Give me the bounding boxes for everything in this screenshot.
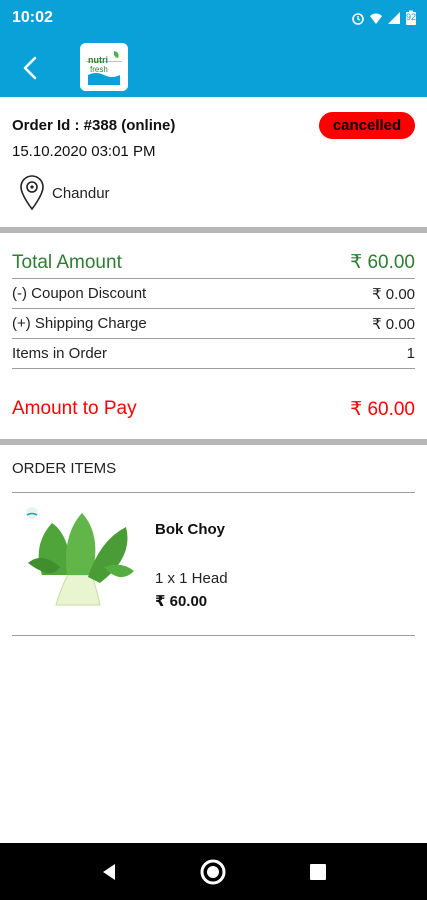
items-count-label: Items in Order — [12, 345, 108, 362]
order-id: Order Id : #388 (online) — [12, 117, 176, 134]
section-divider — [0, 227, 427, 233]
order-items-title: ORDER ITEMS — [12, 460, 117, 477]
order-header: Order Id : #388 (online) 15.10.2020 03:0… — [0, 97, 427, 227]
back-button[interactable] — [10, 48, 50, 88]
order-totals: Total Amount ₹ 60.00 (-) Coupon Discount… — [12, 247, 415, 427]
item-price: ₹ 60.00 — [155, 593, 208, 610]
nav-back-button[interactable] — [94, 857, 124, 887]
shipping-value: ₹ 0.00 — [372, 315, 415, 333]
nav-home-icon — [200, 859, 226, 885]
shipping-row: (+) Shipping Charge ₹ 0.00 — [12, 309, 415, 339]
section-divider — [0, 439, 427, 445]
nav-recents-button[interactable] — [303, 857, 333, 887]
status-time: 10:02 — [12, 9, 53, 26]
order-location: Chandur — [20, 175, 110, 211]
wifi-icon — [370, 13, 382, 24]
back-arrow-icon — [23, 56, 37, 80]
total-amount-value: ₹ 60.00 — [350, 252, 415, 273]
order-datetime: 15.10.2020 03:01 PM — [12, 143, 156, 160]
total-amount-label: Total Amount — [12, 251, 122, 273]
items-divider — [12, 635, 415, 636]
app-bar: nutri fresh — [0, 40, 427, 97]
logo-text-line2: fresh — [90, 65, 108, 74]
nav-back-icon — [103, 864, 115, 880]
logo-text-line1: nutri — [88, 55, 108, 65]
bok-choy-image — [22, 505, 140, 613]
thumb-logo — [26, 507, 38, 519]
location-text: Chandur — [52, 184, 110, 202]
signal-icon — [388, 12, 400, 24]
status-bar: 10:02 92 — [0, 0, 427, 40]
system-nav-bar — [0, 843, 427, 900]
battery-level: 92 — [405, 12, 416, 22]
status-icons: 92 — [351, 10, 417, 26]
amount-to-pay-row: Amount to Pay ₹ 60.00 — [12, 391, 415, 427]
status-badge: cancelled — [319, 112, 415, 139]
nav-recents-icon — [310, 864, 326, 880]
brand-logo: nutri fresh — [80, 43, 128, 91]
location-pin-icon — [20, 175, 44, 211]
item-quantity: 1 x 1 Head — [155, 570, 228, 587]
items-divider — [12, 492, 415, 493]
alarm-icon — [352, 13, 364, 25]
amount-to-pay-value: ₹ 60.00 — [350, 398, 415, 420]
amount-to-pay-label: Amount to Pay — [12, 398, 137, 419]
total-amount-row: Total Amount ₹ 60.00 — [12, 247, 415, 279]
coupon-label: (-) Coupon Discount — [12, 285, 147, 302]
shipping-label: (+) Shipping Charge — [12, 315, 147, 332]
items-count-row: Items in Order 1 — [12, 339, 415, 369]
coupon-row: (-) Coupon Discount ₹ 0.00 — [12, 279, 415, 309]
coupon-value: ₹ 0.00 — [372, 285, 415, 303]
item-name: Bok Choy — [155, 521, 226, 538]
items-count-value: 1 — [406, 345, 415, 362]
nav-home-button[interactable] — [198, 857, 228, 887]
